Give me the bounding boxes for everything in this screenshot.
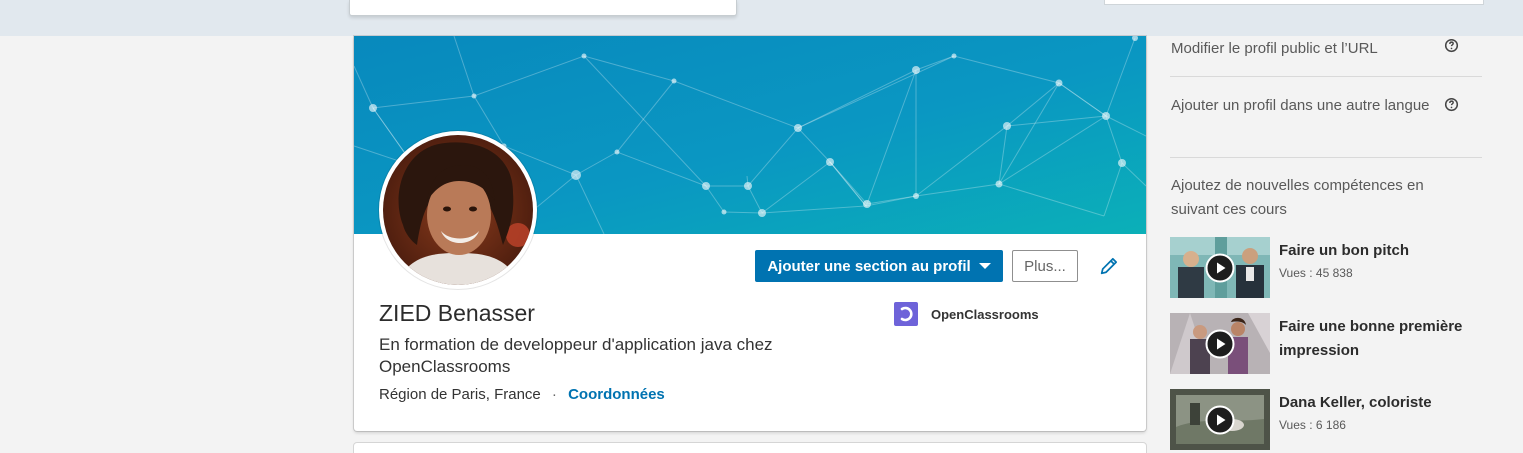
- profile-top-card: Ajouter une section au profil Plus... ZI…: [354, 36, 1146, 431]
- profile-photo[interactable]: [379, 131, 537, 289]
- play-icon: [1205, 253, 1235, 283]
- courses-section-title: Ajoutez de nouvelles compétences en suiv…: [1171, 177, 1424, 218]
- play-icon: [1205, 329, 1235, 359]
- course-views: Vues : 45 838: [1279, 266, 1353, 280]
- help-circle-icon[interactable]: [1444, 38, 1459, 53]
- course-thumbnail[interactable]: [1170, 389, 1270, 450]
- search-dropdown-panel: [349, 0, 737, 16]
- caret-down-icon: [978, 263, 991, 269]
- rail-item-public-profile: Modifier le profil public et l’URL: [1170, 36, 1482, 77]
- course-title[interactable]: Faire une bonne première impression: [1279, 315, 1484, 363]
- topbar-panel-edge: [1104, 0, 1484, 5]
- profile-location: Région de Paris, France: [379, 386, 541, 403]
- openclassrooms-logo-icon: [894, 302, 918, 326]
- top-navigation-bar: [0, 0, 1523, 36]
- next-section-card: [354, 443, 1146, 453]
- course-thumbnail[interactable]: [1170, 237, 1270, 298]
- rail-item-other-language: Ajouter un profil dans une autre langue: [1170, 77, 1482, 158]
- add-language-profile-link[interactable]: Ajouter un profil dans une autre langue: [1171, 94, 1433, 118]
- add-profile-section-button[interactable]: Ajouter une section au profil: [755, 250, 1003, 282]
- profile-name: ZIED Benasser: [379, 300, 535, 326]
- play-icon: [1205, 405, 1235, 435]
- contact-info-link[interactable]: Coordonnées: [568, 386, 665, 403]
- course-item[interactable]: Faire un bon pitch Vues : 45 838: [1170, 237, 1482, 299]
- company-name: OpenClassrooms: [931, 306, 1039, 322]
- course-item[interactable]: Faire une bonne première impression: [1170, 313, 1482, 375]
- right-rail: Modifier le profil public et l’URL Ajout…: [1170, 36, 1482, 450]
- separator-dot: ·: [551, 386, 557, 403]
- course-thumbnail[interactable]: [1170, 313, 1270, 374]
- course-views: Vues : 6 186: [1279, 418, 1346, 432]
- more-actions-button[interactable]: Plus...: [1012, 250, 1078, 282]
- pencil-icon: [1100, 257, 1118, 275]
- course-title[interactable]: Dana Keller, coloriste: [1279, 391, 1484, 415]
- profile-headline: En formation de developpeur d'applicatio…: [379, 335, 773, 376]
- help-circle-icon[interactable]: [1444, 97, 1459, 112]
- course-title[interactable]: Faire un bon pitch: [1279, 239, 1484, 263]
- current-company[interactable]: OpenClassrooms: [894, 302, 1039, 326]
- profile-location-row: Région de Paris, France · Coordonnées: [379, 386, 665, 403]
- edit-public-profile-link[interactable]: Modifier le profil public et l’URL: [1171, 37, 1433, 61]
- edit-intro-button[interactable]: [1096, 253, 1122, 279]
- course-item[interactable]: Dana Keller, coloriste Vues : 6 186: [1170, 389, 1482, 451]
- add-section-label: Ajouter une section au profil: [767, 257, 971, 275]
